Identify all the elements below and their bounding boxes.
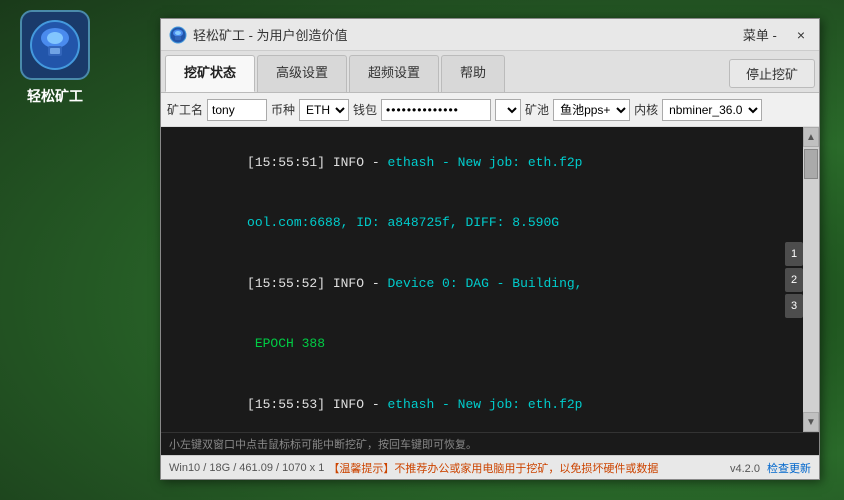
status-bar: Win10 / 18G / 461.09 / 1070 x 1 【温馨提示】不推… — [161, 455, 819, 479]
side-button-2[interactable]: 2 — [785, 268, 803, 292]
term-line-3: [15:55:52] INFO - Device 0: DAG - Buildi… — [169, 254, 799, 313]
term-timestamp-5: [15:55:53] INFO - — [247, 397, 387, 412]
app-icon-label: 轻松矿工 — [27, 86, 83, 106]
app-icon-container: 轻松矿工 — [10, 10, 100, 106]
term-msg-5: ethash - New job: eth.f2p — [387, 397, 582, 412]
core-select[interactable]: nbminer_36.0 — [662, 99, 762, 121]
term-msg-2: ool.com:6688, ID: a848725f, DIFF: 8.590G — [247, 215, 559, 230]
close-button[interactable]: × — [791, 25, 811, 45]
term-line-4: EPOCH 388 — [169, 315, 799, 374]
term-msg-1: ethash - New job: eth.f2p — [387, 155, 582, 170]
status-right: v4.2.0 检查更新 — [730, 460, 811, 476]
hint-text: 小左键双窗口中点击鼠标标可能中断挖矿，按回车键即可恢复。 — [169, 439, 477, 451]
pool-select[interactable]: 鱼池pps+ — [553, 99, 630, 121]
title-bar-right: 菜单 - × — [737, 23, 811, 46]
core-label: 内核 — [634, 101, 658, 118]
app-title-icon — [169, 26, 187, 44]
coin-select[interactable]: ETH — [299, 99, 349, 121]
version-label: v4.2.0 — [730, 463, 760, 475]
scroll-down-button[interactable]: ▼ — [803, 412, 819, 432]
app-icon[interactable] — [20, 10, 90, 80]
term-timestamp-1: [15:55:51] INFO - — [247, 155, 387, 170]
scroll-up-button[interactable]: ▲ — [803, 127, 819, 147]
term-line-1: [15:55:51] INFO - ethash - New job: eth.… — [169, 133, 799, 192]
tab-advanced-settings[interactable]: 高级设置 — [257, 55, 347, 92]
terminal-scrollbar[interactable]: ▲ ▼ — [803, 127, 819, 432]
stop-mining-button[interactable]: 停止挖矿 — [729, 59, 815, 88]
status-warning: 【温馨提示】不推荐办公或家用电脑用于挖矿，以免损坏硬件或数据 — [328, 460, 658, 476]
term-line-2: ool.com:6688, ID: a848725f, DIFF: 8.590G — [169, 194, 799, 253]
terminal-content: [15:55:51] INFO - ethash - New job: eth.… — [169, 133, 799, 432]
wallet-select[interactable] — [495, 99, 521, 121]
miner-name-input[interactable] — [207, 99, 267, 121]
tab-mining-status[interactable]: 挖矿状态 — [165, 55, 255, 92]
system-info: Win10 / 18G / 461.09 / 1070 x 1 — [169, 462, 324, 474]
term-timestamp-3: [15:55:52] INFO - — [247, 276, 387, 291]
wallet-input[interactable] — [381, 99, 491, 121]
coin-label: 币种 — [271, 101, 295, 118]
scroll-thumb[interactable] — [804, 149, 818, 179]
side-button-3[interactable]: 3 — [785, 294, 803, 318]
pool-label: 矿池 — [525, 101, 549, 118]
tab-help[interactable]: 帮助 — [441, 55, 505, 92]
config-bar: 矿工名 币种 ETH 钱包 矿池 鱼池pps+ 内核 nbminer_36.0 — [161, 93, 819, 127]
term-msg-3: Device 0: DAG - Building, — [387, 276, 582, 291]
title-bar: 轻松矿工 - 为用户创造价值 菜单 - × — [161, 19, 819, 51]
status-left: Win10 / 18G / 461.09 / 1070 x 1 【温馨提示】不推… — [169, 460, 658, 476]
menu-button[interactable]: 菜单 - — [737, 23, 783, 46]
wallet-label: 钱包 — [353, 101, 377, 118]
hint-bar: 小左键双窗口中点击鼠标标可能中断挖矿，按回车键即可恢复。 — [161, 432, 819, 455]
main-window: 轻松矿工 - 为用户创造价值 菜单 - × 挖矿状态 高级设置 超频设置 帮助 … — [160, 18, 820, 480]
side-button-1[interactable]: 1 — [785, 242, 803, 266]
miner-name-label: 矿工名 — [167, 101, 203, 118]
update-label[interactable]: 检查更新 — [767, 463, 811, 475]
title-bar-left: 轻松矿工 - 为用户创造价值 — [169, 25, 348, 44]
nav-bar: 挖矿状态 高级设置 超频设置 帮助 停止挖矿 — [161, 51, 819, 93]
window-title: 轻松矿工 - 为用户创造价值 — [193, 25, 348, 44]
tab-overclock-settings[interactable]: 超频设置 — [349, 55, 439, 92]
term-epoch: EPOCH 388 — [247, 336, 325, 351]
terminal-area[interactable]: [15:55:51] INFO - ethash - New job: eth.… — [161, 127, 819, 432]
term-line-5: [15:55:53] INFO - ethash - New job: eth.… — [169, 375, 799, 432]
